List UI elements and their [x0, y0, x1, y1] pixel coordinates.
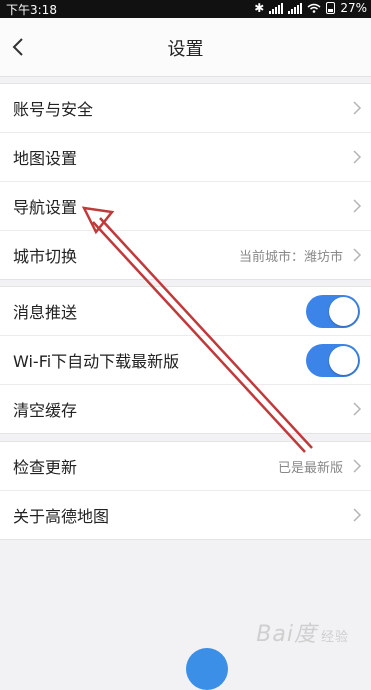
toggle-knob [329, 346, 358, 375]
row-city-switch[interactable]: 城市切换 当前城市：潍坊市 [0, 231, 371, 279]
settings-group-about: 检查更新 已是最新版 关于高德地图 [0, 441, 371, 540]
chevron-right-icon [353, 402, 362, 416]
row-check-update[interactable]: 检查更新 已是最新版 [0, 442, 371, 491]
row-map-settings[interactable]: 地图设置 [0, 133, 371, 182]
row-wifi-auto-download: Wi-Fi下自动下载最新版 [0, 336, 371, 385]
row-clear-cache[interactable]: 清空缓存 [0, 385, 371, 433]
row-label: 关于高德地图 [13, 507, 110, 526]
wifi-download-toggle[interactable] [306, 344, 360, 377]
current-city-value: 当前城市：潍坊市 [238, 249, 343, 265]
watermark-sub: 经验 [320, 630, 349, 645]
battery-percent: 27% [340, 1, 367, 15]
row-label: 账号与安全 [13, 100, 94, 119]
chevron-right-icon [353, 508, 362, 522]
floating-action-button[interactable] [186, 648, 228, 690]
page-title: 设置 [167, 39, 204, 60]
chevron-right-icon [353, 150, 362, 164]
row-label: 导航设置 [13, 198, 78, 217]
status-icons: ✱ 27% [254, 1, 367, 15]
row-push-messages: 消息推送 [0, 287, 371, 336]
chevron-right-icon [353, 101, 362, 115]
row-about-amap[interactable]: 关于高德地图 [0, 491, 371, 539]
update-status-value: 已是最新版 [277, 460, 343, 476]
chevron-right-icon [353, 199, 362, 213]
signal-icon-2 [288, 2, 303, 14]
toggle-knob [329, 297, 358, 326]
row-label: 检查更新 [13, 458, 78, 477]
push-toggle[interactable] [306, 295, 360, 328]
row-account-security[interactable]: 账号与安全 [0, 84, 371, 133]
settings-group-notifications: 消息推送 Wi-Fi下自动下载最新版 清空缓存 [0, 286, 371, 434]
row-label: 城市切换 [13, 247, 78, 266]
bluetooth-icon: ✱ [254, 1, 265, 15]
chevron-right-icon [353, 459, 362, 473]
battery-icon [326, 2, 336, 14]
chevron-right-icon [353, 248, 362, 262]
row-label: 地图设置 [13, 149, 78, 168]
row-navigation-settings[interactable]: 导航设置 [0, 182, 371, 231]
status-time: 下午3:18 [6, 3, 57, 17]
status-bar: 下午3:18 ✱ 27% [0, 0, 371, 18]
settings-group-account: 账号与安全 地图设置 导航设置 城市切换 当前城市：潍坊市 [0, 83, 371, 280]
header: 设置 [0, 18, 371, 77]
watermark-text: Bai度 [256, 622, 317, 647]
signal-icon [269, 2, 284, 14]
row-label: 清空缓存 [13, 401, 78, 420]
watermark-logo: Bai度 经验 [256, 616, 349, 648]
wifi-icon [307, 3, 321, 13]
